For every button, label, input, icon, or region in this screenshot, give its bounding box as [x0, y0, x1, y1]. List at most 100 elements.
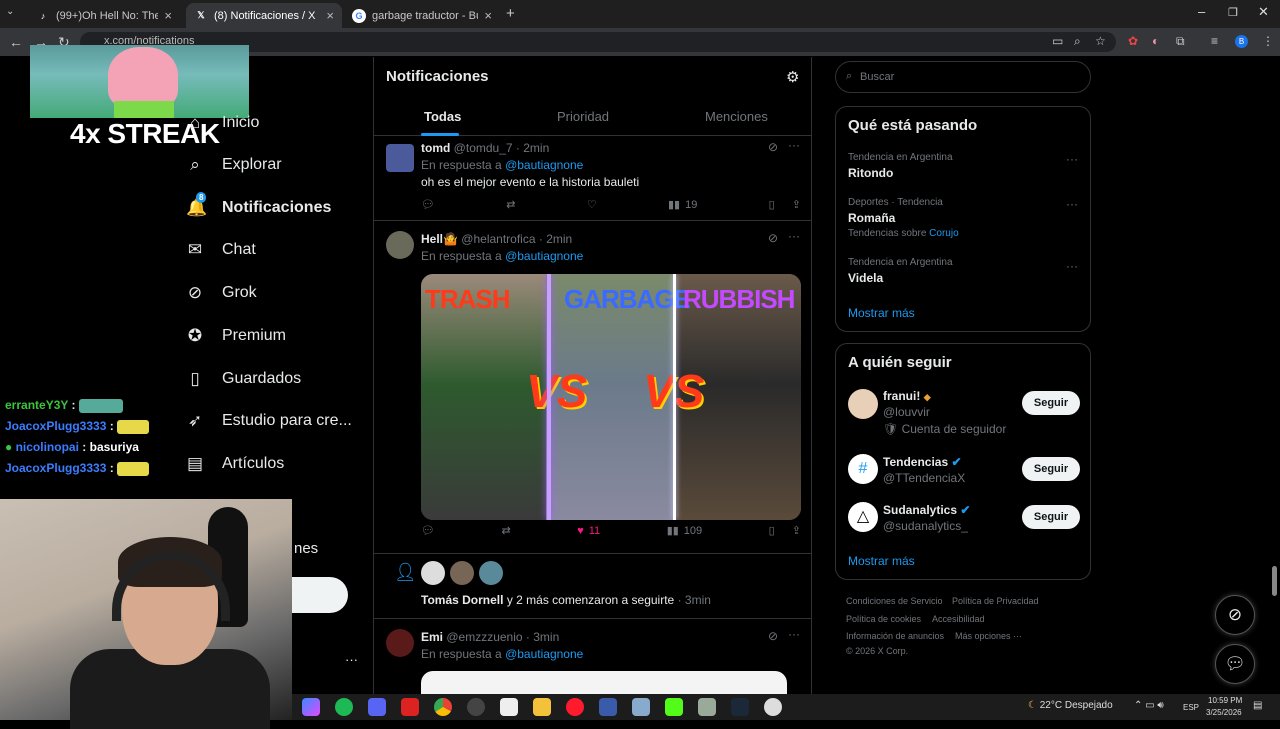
avatar[interactable]	[386, 144, 414, 172]
post[interactable]: Emi @emzzzuenio · 3min ⊘ ··· En respuest…	[374, 619, 811, 694]
post-image[interactable]	[421, 671, 787, 694]
menu-icon[interactable]: ⋮	[1262, 34, 1274, 48]
follow-handle[interactable]: @louvvir	[883, 405, 930, 419]
follow-button[interactable]: Seguir	[1022, 391, 1080, 415]
footer-link[interactable]: Política de Privacidad	[952, 596, 1039, 606]
author-handle[interactable]: @emzzzuenio	[446, 630, 522, 644]
close-icon[interactable]: ×	[484, 8, 492, 23]
show-more-link[interactable]: Mostrar más	[848, 306, 915, 320]
scrollbar-thumb[interactable]	[1272, 566, 1277, 596]
share-icon[interactable]: ⇪	[792, 524, 801, 537]
avatar[interactable]	[421, 561, 445, 585]
steam-icon[interactable]	[731, 698, 749, 716]
notification-center-icon[interactable]: ▤	[1253, 700, 1262, 711]
sidebar-item-explorar[interactable]: ⌕ Explorar	[186, 155, 281, 175]
author-handle[interactable]: @helantrofica	[461, 232, 535, 246]
post[interactable]: Hell🤷 @helantrofica · 2min ⊘ ··· En resp…	[374, 221, 811, 554]
show-more-link[interactable]: Mostrar más	[848, 554, 915, 568]
star-icon[interactable]: ☆	[1095, 34, 1106, 48]
more-icon[interactable]: ···	[788, 627, 800, 641]
share-icon[interactable]: ⇪	[792, 198, 801, 211]
footer-link[interactable]: Condiciones de Servicio	[846, 596, 943, 606]
follow-handle[interactable]: @TTendenciaX	[883, 471, 965, 485]
app-icon[interactable]	[599, 698, 617, 716]
tab-prioridad[interactable]: Prioridad	[557, 109, 609, 124]
browser-tab-google[interactable]: G garbage traductor - Buscar cor ×	[344, 3, 500, 28]
author-handle[interactable]: @tomdu_7	[454, 141, 513, 155]
tab-search-button[interactable]: ⌄	[6, 6, 14, 17]
like-button[interactable]: ♥ 11	[577, 524, 600, 537]
sidebar-item-chat[interactable]: ✉ Chat	[186, 240, 256, 260]
weather-widget[interactable]: ☾ 22°C Despejado	[1028, 700, 1113, 711]
sidebar-item-inicio[interactable]: ⌂ Inicio	[186, 113, 260, 133]
media-icon[interactable]: ≡	[1211, 34, 1218, 48]
post-author[interactable]: Hell🤷 @helantrofica · 2min	[421, 232, 572, 246]
reply-icon[interactable]: 💬︎	[421, 524, 435, 537]
footer-link[interactable]: Más opciones ···	[955, 631, 1022, 641]
reply-link[interactable]: @bautiagnone	[505, 158, 583, 172]
more-icon[interactable]: ···	[788, 229, 800, 243]
footer-link[interactable]: Información de anuncios	[846, 631, 944, 641]
grok-icon[interactable]: ⊘	[768, 231, 778, 245]
clock-time[interactable]: 10:59 PM	[1208, 696, 1242, 705]
trend-name[interactable]: Ritondo	[848, 166, 893, 180]
sidebar-item-notificaciones[interactable]: 🔔 8 Notificaciones	[186, 192, 331, 218]
sidebar-item-premium[interactable]: ✪ Premium	[186, 326, 286, 346]
post-image[interactable]: TRASH GARBAGE RUBBISH VS VS	[421, 274, 801, 520]
bookmark-icon[interactable]: ▯	[769, 198, 775, 211]
browser-tab-x[interactable]: 𝕏 (8) Notificaciones / X ×	[186, 3, 342, 28]
more-icon[interactable]: ···	[1066, 197, 1078, 211]
more-icon[interactable]: ···	[1066, 259, 1078, 273]
app-icon[interactable]	[500, 698, 518, 716]
cast-icon[interactable]: ▭	[1052, 34, 1063, 48]
minimize-icon[interactable]: –	[1198, 4, 1205, 19]
folder-icon[interactable]	[533, 698, 551, 716]
restore-icon[interactable]: ❐	[1228, 6, 1238, 19]
language-indicator[interactable]: ESP	[1183, 703, 1199, 712]
extension-icon[interactable]: ◐	[1152, 34, 1159, 48]
browser-tab-tiktok[interactable]: ♪ (99+)Oh Hell No: The Ultimate ×	[28, 3, 180, 28]
tab-todas[interactable]: Todas	[424, 109, 461, 124]
follower-name[interactable]: Tomás Dornell	[421, 593, 503, 607]
kick-icon[interactable]	[665, 698, 683, 716]
account-more-icon[interactable]: ···	[345, 652, 358, 667]
views-button[interactable]: ▮▮ 19	[668, 198, 697, 212]
app-icon[interactable]	[698, 698, 716, 716]
app-icon[interactable]	[632, 698, 650, 716]
follow-button[interactable]: Seguir	[1022, 505, 1080, 529]
follow-name[interactable]: Tendencias ✔	[883, 455, 962, 469]
search-input[interactable]: ⌕ Buscar	[835, 61, 1091, 93]
post-author[interactable]: Emi @emzzzuenio · 3min	[421, 630, 559, 644]
more-icon[interactable]: ···	[788, 138, 800, 152]
gear-icon[interactable]: ⚙	[786, 68, 799, 86]
copilot-icon[interactable]	[302, 698, 320, 716]
discord-icon[interactable]	[368, 698, 386, 716]
footer-link[interactable]: Accesibilidad	[932, 614, 985, 624]
close-window-icon[interactable]: ✕	[1258, 4, 1269, 20]
avatar[interactable]	[386, 629, 414, 657]
grok-fab[interactable]: ⊘	[1215, 595, 1255, 635]
follow-name[interactable]: franui! ◆	[883, 389, 931, 403]
sidebar-item-articulos[interactable]: ▤ Artículos	[186, 454, 284, 474]
avatar[interactable]: △	[848, 502, 878, 532]
reply-link[interactable]: @bautiagnone	[505, 647, 583, 661]
puzzle-icon[interactable]: ⧉	[1176, 34, 1185, 49]
follow-name[interactable]: Sudanalytics ✔	[883, 503, 970, 517]
sidebar-partial-label[interactable]: nes	[294, 540, 318, 557]
opera-icon[interactable]	[566, 698, 584, 716]
new-tab-button[interactable]: +	[506, 5, 515, 22]
trend-name[interactable]: Romaña	[848, 211, 895, 225]
close-icon[interactable]: ×	[164, 8, 172, 23]
reply-link[interactable]: @bautiagnone	[505, 249, 583, 263]
author-name[interactable]: Emi	[421, 630, 443, 644]
related-link[interactable]: Corujo	[929, 228, 958, 239]
post-author[interactable]: tomd @tomdu_7 · 2min	[421, 141, 549, 155]
follow-button[interactable]: Seguir	[1022, 457, 1080, 481]
spotify-icon[interactable]	[335, 698, 353, 716]
bookmark-icon[interactable]: ▯	[769, 524, 775, 537]
retweet-icon[interactable]: ⇄	[501, 524, 510, 537]
grok-icon[interactable]: ⊘	[768, 140, 778, 154]
app-icon[interactable]	[401, 698, 419, 716]
chrome-icon[interactable]	[434, 698, 452, 716]
avatar[interactable]: #	[848, 454, 878, 484]
